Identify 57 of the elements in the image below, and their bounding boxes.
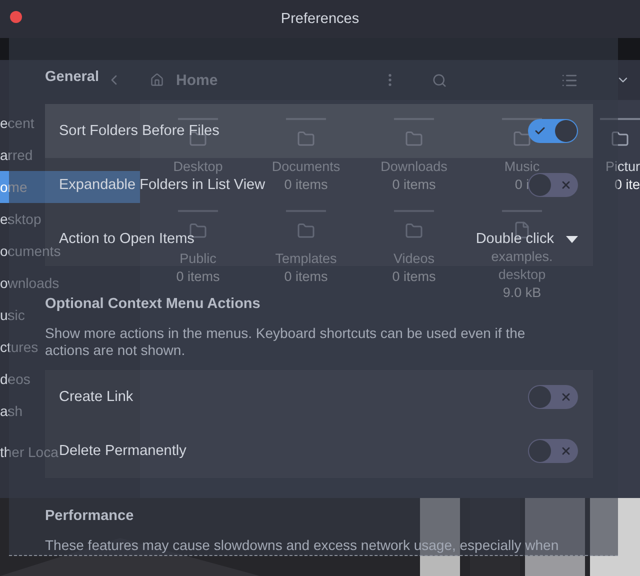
toggle-switch[interactable] [528, 173, 578, 197]
folder-icon [405, 130, 423, 148]
sidebar-item[interactable]: usic [0, 307, 25, 323]
sidebar-item[interactable]: deos [0, 371, 30, 387]
sidebar-item[interactable]: ther Loca [0, 444, 58, 460]
file-name[interactable]: Pictur [605, 158, 640, 176]
file-name[interactable]: Documents [272, 158, 340, 176]
toggle-switch[interactable] [528, 119, 578, 143]
section-title: Performance [45, 507, 134, 525]
caret-icon [566, 236, 578, 242]
close-button[interactable] [10, 11, 22, 23]
folder-icon [611, 130, 629, 148]
toggle-switch[interactable] [528, 385, 578, 409]
folder-icon [297, 222, 315, 240]
path-label[interactable]: Home [176, 72, 218, 88]
file-name[interactable]: Templates [275, 250, 337, 268]
dropdown[interactable]: Double click [476, 231, 578, 247]
file-info: 0 ite [614, 176, 640, 194]
file-info: 0 items [392, 176, 436, 194]
sidebar-item[interactable]: ctures [0, 339, 38, 355]
file-name[interactable]: Public [180, 250, 216, 268]
section-description: These features may cause slowdowns and excess network usage, especially when [45, 537, 559, 554]
section-title: General [45, 68, 99, 86]
sidebar-item[interactable]: arred [0, 147, 33, 163]
folder-icon [513, 130, 531, 148]
file-info: 0 items [284, 268, 328, 286]
file-info: 0 items [284, 176, 328, 194]
row-label: Sort Folders Before Files [59, 123, 220, 139]
section-title: Optional Context Menu Actions [45, 295, 260, 313]
row-label: Action to Open Items [59, 231, 194, 247]
folder-icon [297, 130, 315, 148]
cross-icon [560, 179, 572, 191]
row-label: Create Link [59, 389, 134, 405]
sidebar-item[interactable]: esktop [0, 211, 42, 227]
file-info: 0 items [176, 268, 220, 286]
folder-icon [405, 222, 423, 240]
file-name[interactable]: examples. desktop [491, 248, 553, 284]
search-icon[interactable] [432, 72, 447, 88]
file-info: 0 items [392, 268, 436, 286]
file-name[interactable]: Desktop [173, 158, 223, 176]
window-title: Preferences [280, 11, 360, 27]
file-info: 0 i [514, 176, 530, 194]
sidebar-item[interactable]: ash [0, 403, 23, 419]
file-info: 9.0 kB [502, 284, 542, 302]
cross-icon [560, 445, 572, 457]
row-label: Delete Permanently [59, 443, 186, 459]
toggle-switch[interactable] [528, 439, 578, 463]
file-name[interactable]: Downloads [380, 158, 448, 176]
section-description: Show more actions in the menus. Keyboard shortcuts can be used even if the actions are not shown. [45, 325, 526, 359]
sidebar-item[interactable]: ocuments [0, 243, 61, 259]
sidebar-item[interactable]: ecent [0, 115, 34, 131]
check-icon [534, 125, 546, 137]
row-label: Expandable Folders in List View [59, 177, 266, 193]
sidebar-item[interactable]: ownloads [0, 275, 60, 291]
home-icon[interactable] [150, 73, 164, 87]
file-name[interactable]: Videos [393, 250, 435, 268]
cross-icon [560, 391, 572, 403]
